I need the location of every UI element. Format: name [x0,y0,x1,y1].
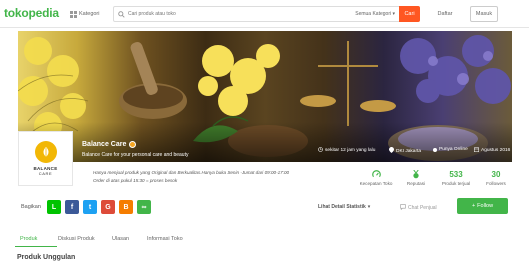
location-text: DKI Jakarta [396,148,422,154]
share-twitter-button[interactable]: t [83,200,97,214]
stat-followers[interactable]: 30 Followers [476,170,516,186]
stat-label: Kecepatan Toko [359,181,393,186]
speed-icon [371,170,381,179]
tab-produk[interactable]: Produk [15,236,57,247]
stat-value: 533 [449,170,463,179]
shop-tagline: Balance Care for your personal care and … [82,152,189,158]
share-label: Bagikan [21,204,41,210]
plus-icon: + [471,203,476,209]
grid-icon [70,10,77,18]
chat-seller-button[interactable]: Chat Penjual [400,204,437,212]
stat-reputasi[interactable]: Reputasi [396,170,436,186]
shop-notice: Hanya menjual produk yang Original dan B… [93,169,313,185]
blogger-icon: B [123,203,129,211]
line-icon: L [51,203,57,211]
shop-notice-line-1: Hanya menjual produk yang Original dan B… [93,170,290,175]
calendar-icon [474,147,479,154]
search-button[interactable]: Cari [399,6,420,22]
shop-status-text: Punya Online [439,147,468,152]
last-online-text: sekitar 12 jam yang lalu [325,148,376,153]
leaf-logo-icon [34,141,57,163]
register-button[interactable]: Daftar [430,6,460,22]
online-status-icon [433,147,437,152]
copy-link-button[interactable]: ∞ [137,200,151,214]
tab-diskusi-produk[interactable]: Diskusi Produk [55,236,112,247]
view-statistics-label: Lihat Detail Statistik [318,204,366,210]
google-plus-icon: G [105,203,111,211]
shop-notice-line-2: Order di atas pukul 15:30 = proses besok [93,178,178,183]
share-facebook-button[interactable]: f [65,200,79,214]
medal-icon [412,170,420,179]
location-pin-icon [389,147,394,155]
clock-icon [318,147,323,154]
shop-name: Balance Care [82,141,137,148]
gold-merchant-badge-icon [129,141,137,148]
search-scope-label: Semua Kategori [355,11,392,17]
stat-value: 30 [491,170,501,179]
kategori-label: Kategori [79,11,100,17]
stat-label: Produk terjual [441,181,471,186]
search-scope-dropdown[interactable]: Semua Kategori ▾ [355,11,395,17]
stat-produk-terjual: 533 Produk terjual [436,170,476,186]
stat-kecepatan[interactable]: Kecepatan Toko [356,170,396,186]
facebook-icon: f [70,203,74,211]
shop-stats: Kecepatan Toko Reputasi 533 Produk terju… [356,170,516,186]
follow-label: Follow [477,203,494,209]
search-input[interactable] [128,11,328,17]
tab-informasi-toko[interactable]: Informasi Toko [147,236,207,247]
shop-name-text: Balance Care [82,141,127,148]
shop-since-info: Agustus 2016 [474,147,510,154]
tab-ulasan[interactable]: Ulasan [112,236,147,247]
share-blogger-button[interactable]: B [119,200,133,214]
last-online-info: sekitar 12 jam yang lalu [318,147,375,154]
search-box: Semua Kategori ▾ [113,6,400,22]
top-navigation-bar: tokopedia Kategori Semua Kategori ▾ Cari… [0,0,529,28]
view-statistics-dropdown[interactable]: Lihat Detail Statistik ▾ [318,204,370,210]
share-google-plus-button[interactable]: G [101,200,115,214]
stat-label: Reputasi [406,181,426,186]
shop-tabs: Produk Diskusi Produk Ulasan Informasi T… [15,236,207,247]
link-icon: ∞ [141,203,147,211]
chat-seller-label: Chat Penjual [408,205,437,211]
chevron-down-icon: ▾ [392,11,395,17]
kategori-menu[interactable]: Kategori [70,7,100,21]
shop-logo-text-bottom: CARE [38,171,53,176]
location-info: DKI Jakarta [389,147,421,155]
follow-button[interactable]: + Follow [457,198,508,214]
shop-since-text: Agustus 2016 [481,148,511,153]
shop-avatar[interactable]: BALANCE CARE [18,131,73,186]
chat-bubble-icon [400,204,406,212]
chevron-down-icon: ▾ [367,204,371,210]
login-button[interactable]: Masuk [470,6,498,22]
search-icon [114,10,128,18]
share-line-button[interactable]: L [47,200,61,214]
featured-products-title: Produk Unggulan [17,254,76,261]
twitter-icon: t [88,203,92,211]
shop-status-info: Punya Online [433,147,468,152]
stat-label: Followers [486,181,506,186]
tokopedia-logo[interactable]: tokopedia [4,6,59,20]
